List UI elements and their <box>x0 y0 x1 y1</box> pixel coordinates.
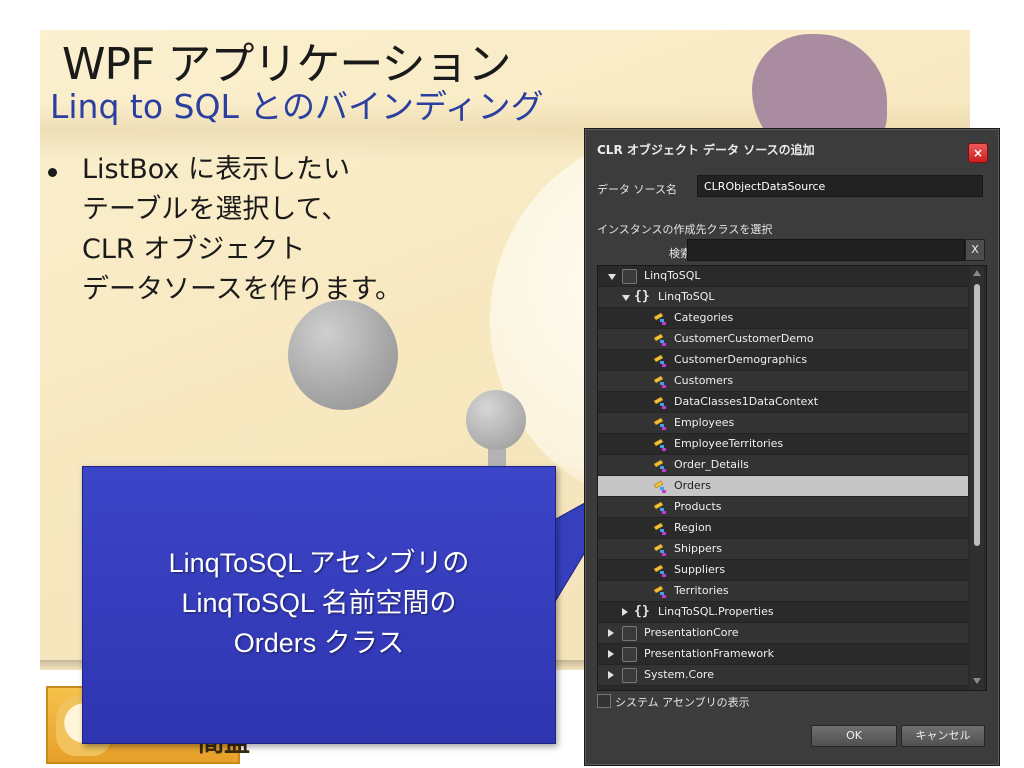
class-icon <box>653 501 666 514</box>
callout-text: LinqToSQL アセンブリの LinqToSQL 名前空間の Orders … <box>83 543 555 663</box>
class-tree: System.Core PresentationFramework Presenta… <box>597 265 987 691</box>
tree-row[interactable]: Categories <box>598 308 968 329</box>
assembly-icon <box>622 647 637 662</box>
class-icon <box>653 543 666 556</box>
bullet-line: テーブルを選択して、 <box>82 194 349 225</box>
tree-row[interactable]: System.Core <box>598 665 968 686</box>
tree-row[interactable]: CustomerDemographics <box>598 350 968 371</box>
search-input[interactable] <box>687 239 965 261</box>
tree-row[interactable]: Shippers <box>598 539 968 560</box>
collapsed-arrow-icon[interactable] <box>608 650 614 658</box>
tree-row[interactable]: Region <box>598 518 968 539</box>
tree-row-label: Orders <box>674 479 711 492</box>
select-class-label: インスタンスの作成先クラスを選択 <box>597 223 773 236</box>
tree-row[interactable]: Territories <box>598 581 968 602</box>
namespace-icon: {} <box>634 604 650 619</box>
tree-row-label: CustomerDemographics <box>674 353 808 366</box>
tree-row[interactable]: Products <box>598 497 968 518</box>
class-icon <box>653 480 666 493</box>
tree-row-label: Suppliers <box>674 563 726 576</box>
tree-row[interactable]: PresentationFramework <box>598 644 968 665</box>
add-clr-object-data-source-dialog: CLR オブジェクト データ ソースの追加 × データ ソース名 CLRObje… <box>584 128 1000 766</box>
data-source-name-label: データ ソース名 <box>597 183 677 196</box>
tree-row-label: PresentationFramework <box>644 647 774 660</box>
class-icon <box>653 585 666 598</box>
namespace-icon: {} <box>634 289 650 304</box>
data-source-name-input[interactable]: CLRObjectDataSource <box>697 175 983 197</box>
tree-row-label: Shippers <box>674 542 722 555</box>
bullet-line: データソースを作ります。 <box>82 274 402 305</box>
tree-row-label: LinqToSQL <box>658 290 715 303</box>
cancel-button[interactable]: キャンセル <box>901 725 985 747</box>
slide: WPF アプリケーション Linq to SQL とのバインディング ListB… <box>0 0 1024 768</box>
assembly-icon <box>622 626 637 641</box>
tree-row-label: Region <box>674 521 712 534</box>
tree-row-label: PresentationCore <box>644 626 739 639</box>
show-system-assemblies-checkbox[interactable] <box>597 694 611 708</box>
tree-row[interactable]: Suppliers <box>598 560 968 581</box>
tree-row-label: Products <box>674 500 722 513</box>
ok-button[interactable]: OK <box>811 725 897 747</box>
tree-row-label: LinqToSQL <box>644 269 701 282</box>
tree-row[interactable]: Employees <box>598 413 968 434</box>
callout-box: LinqToSQL アセンブリの LinqToSQL 名前空間の Orders … <box>82 466 556 744</box>
collapsed-arrow-icon[interactable] <box>622 608 628 616</box>
tree-row-label: System.Core <box>644 668 714 681</box>
search-clear-button[interactable]: X <box>965 239 985 261</box>
bullet-line: ListBox に表示したい <box>82 154 350 185</box>
tree-row[interactable]: {} LinqToSQL <box>598 287 968 308</box>
expanded-arrow-icon[interactable] <box>608 274 616 280</box>
tree-row-label: DataClasses1DataContext <box>674 395 819 408</box>
scrollbar-thumb[interactable] <box>974 284 980 546</box>
dialog-titlebar: CLR オブジェクト データ ソースの追加 × <box>585 129 999 173</box>
callout-line: LinqToSQL 名前空間の <box>181 588 457 618</box>
background-small-gray-ball <box>466 390 526 450</box>
tree-row[interactable]: Orders <box>598 476 968 497</box>
tree-row-label: LinqToSQL.Properties <box>658 605 774 618</box>
callout-line: Orders クラス <box>233 628 405 658</box>
class-icon <box>653 522 666 535</box>
tree-row[interactable]: PresentationCore <box>598 623 968 644</box>
class-icon <box>653 312 666 325</box>
slide-subtitle: Linq to SQL とのバインディング <box>50 87 544 126</box>
scroll-down-icon[interactable] <box>973 678 981 684</box>
collapsed-arrow-icon[interactable] <box>608 629 614 637</box>
tree-row[interactable]: CustomerCustomerDemo <box>598 329 968 350</box>
tree-row[interactable]: LinqToSQL <box>598 266 968 287</box>
background-gray-ball <box>288 300 398 410</box>
class-icon <box>653 333 666 346</box>
callout-line: LinqToSQL アセンブリの <box>168 548 470 578</box>
tree-row-label: Categories <box>674 311 734 324</box>
class-icon <box>653 396 666 409</box>
assembly-icon <box>622 668 637 683</box>
class-icon <box>653 417 666 430</box>
bullet-text: ListBox に表示したい テーブルを選択して、 CLR オブジェクト データ… <box>82 150 402 310</box>
class-icon <box>653 438 666 451</box>
tree-row-label: EmployeeTerritories <box>674 437 784 450</box>
class-icon <box>653 375 666 388</box>
collapsed-arrow-icon[interactable] <box>608 671 614 679</box>
tree-row-label: Territories <box>674 584 729 597</box>
tree-scrollbar[interactable] <box>970 266 984 690</box>
tree-row-label: CustomerCustomerDemo <box>674 332 814 345</box>
class-icon <box>653 459 666 472</box>
bullet-line: CLR オブジェクト <box>82 234 306 265</box>
tree-row-label: Customers <box>674 374 734 387</box>
tree-row-label: Employees <box>674 416 735 429</box>
tree-row[interactable]: DataClasses1DataContext <box>598 392 968 413</box>
tree-row[interactable]: Customers <box>598 371 968 392</box>
assembly-icon <box>622 269 637 284</box>
tree-row[interactable]: {} LinqToSQL.Properties <box>598 602 968 623</box>
bullet-dot-icon <box>48 168 57 177</box>
expanded-arrow-icon[interactable] <box>622 295 630 301</box>
show-system-assemblies-label: システム アセンブリの表示 <box>615 696 750 709</box>
scroll-up-icon[interactable] <box>973 270 981 276</box>
tree-row[interactable]: EmployeeTerritories <box>598 434 968 455</box>
class-icon <box>653 564 666 577</box>
class-icon <box>653 354 666 367</box>
tree-row-label: Order_Details <box>674 458 749 471</box>
dialog-title: CLR オブジェクト データ ソースの追加 <box>597 143 815 157</box>
tree-row[interactable]: Order_Details <box>598 455 968 476</box>
close-icon[interactable]: × <box>968 143 988 163</box>
